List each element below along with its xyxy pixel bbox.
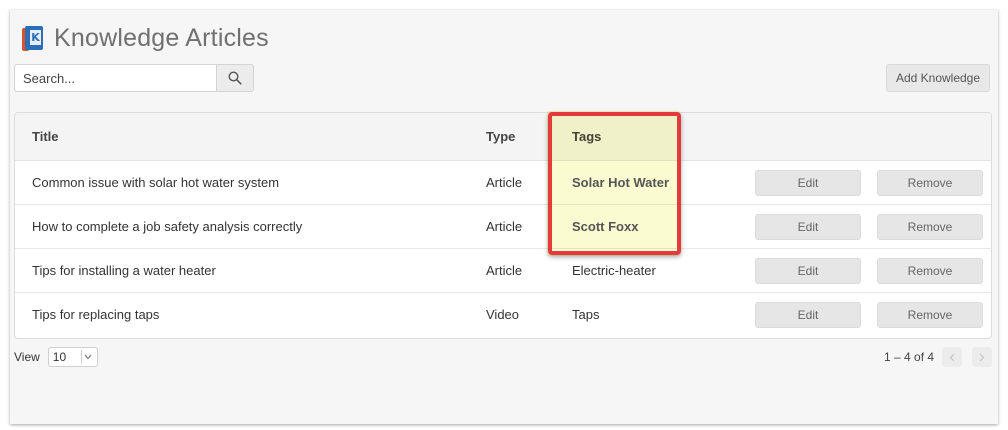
row-title[interactable]: Tips for installing a water heater: [32, 249, 216, 293]
row-title[interactable]: How to complete a job safety analysis co…: [32, 205, 302, 249]
table-header: Title Type Tags: [15, 113, 991, 161]
row-type: Article: [486, 263, 523, 278]
app-frame: K Knowledge Articles Add Knowledge Title…: [10, 10, 998, 424]
row-title[interactable]: Common issue with solar hot water system: [32, 161, 279, 205]
pagination: 1 – 4 of 4: [884, 346, 993, 368]
row-type: Article: [486, 219, 523, 234]
search-input[interactable]: [14, 64, 216, 92]
edit-button[interactable]: Edit: [755, 258, 861, 284]
column-header-type[interactable]: Type: [486, 113, 515, 161]
articles-table: Title Type Tags Common issue with solar …: [14, 112, 992, 339]
row-type: Video: [486, 307, 520, 322]
edit-button[interactable]: Edit: [755, 302, 861, 328]
search-button[interactable]: [216, 64, 254, 92]
chevron-right-icon: [979, 353, 985, 361]
page-size-select[interactable]: 10: [47, 347, 98, 367]
search-icon: [228, 71, 242, 85]
edit-button[interactable]: Edit: [755, 214, 861, 240]
remove-button[interactable]: Remove: [877, 302, 983, 328]
pagination-range: 1 – 4 of 4: [884, 350, 935, 364]
table-row: Common issue with solar hot water system…: [15, 161, 991, 205]
row-tags: Scott Foxx: [572, 219, 639, 234]
row-tags: Taps: [572, 307, 600, 322]
row-type: Article: [486, 175, 523, 190]
column-header-title[interactable]: Title: [32, 113, 59, 161]
edit-button[interactable]: Edit: [755, 170, 861, 196]
remove-button[interactable]: Remove: [877, 170, 983, 196]
table-row: Tips for replacing taps Video Taps Edit …: [15, 293, 991, 337]
chevron-down-icon: [80, 350, 95, 364]
row-title[interactable]: Tips for replacing taps: [32, 293, 159, 337]
remove-button[interactable]: Remove: [877, 258, 983, 284]
page-size-control: View 10: [14, 346, 98, 368]
add-knowledge-button[interactable]: Add Knowledge: [886, 64, 990, 92]
row-tags: Solar Hot Water: [572, 175, 670, 190]
chevron-left-icon: [949, 353, 955, 361]
column-header-tags[interactable]: Tags: [572, 113, 601, 161]
page-title: Knowledge Articles: [54, 23, 269, 52]
table-row: Tips for installing a water heater Artic…: [15, 249, 991, 293]
page-size-value: 10: [52, 350, 67, 364]
next-page-button[interactable]: [972, 347, 993, 367]
page-header: K Knowledge Articles: [22, 18, 269, 58]
table-row: How to complete a job safety analysis co…: [15, 205, 991, 249]
book-icon: K: [22, 25, 44, 51]
previous-page-button[interactable]: [942, 347, 963, 367]
search-bar: [14, 64, 254, 92]
remove-button[interactable]: Remove: [877, 214, 983, 240]
row-tags: Electric-heater: [572, 263, 656, 278]
view-label: View: [14, 350, 40, 364]
